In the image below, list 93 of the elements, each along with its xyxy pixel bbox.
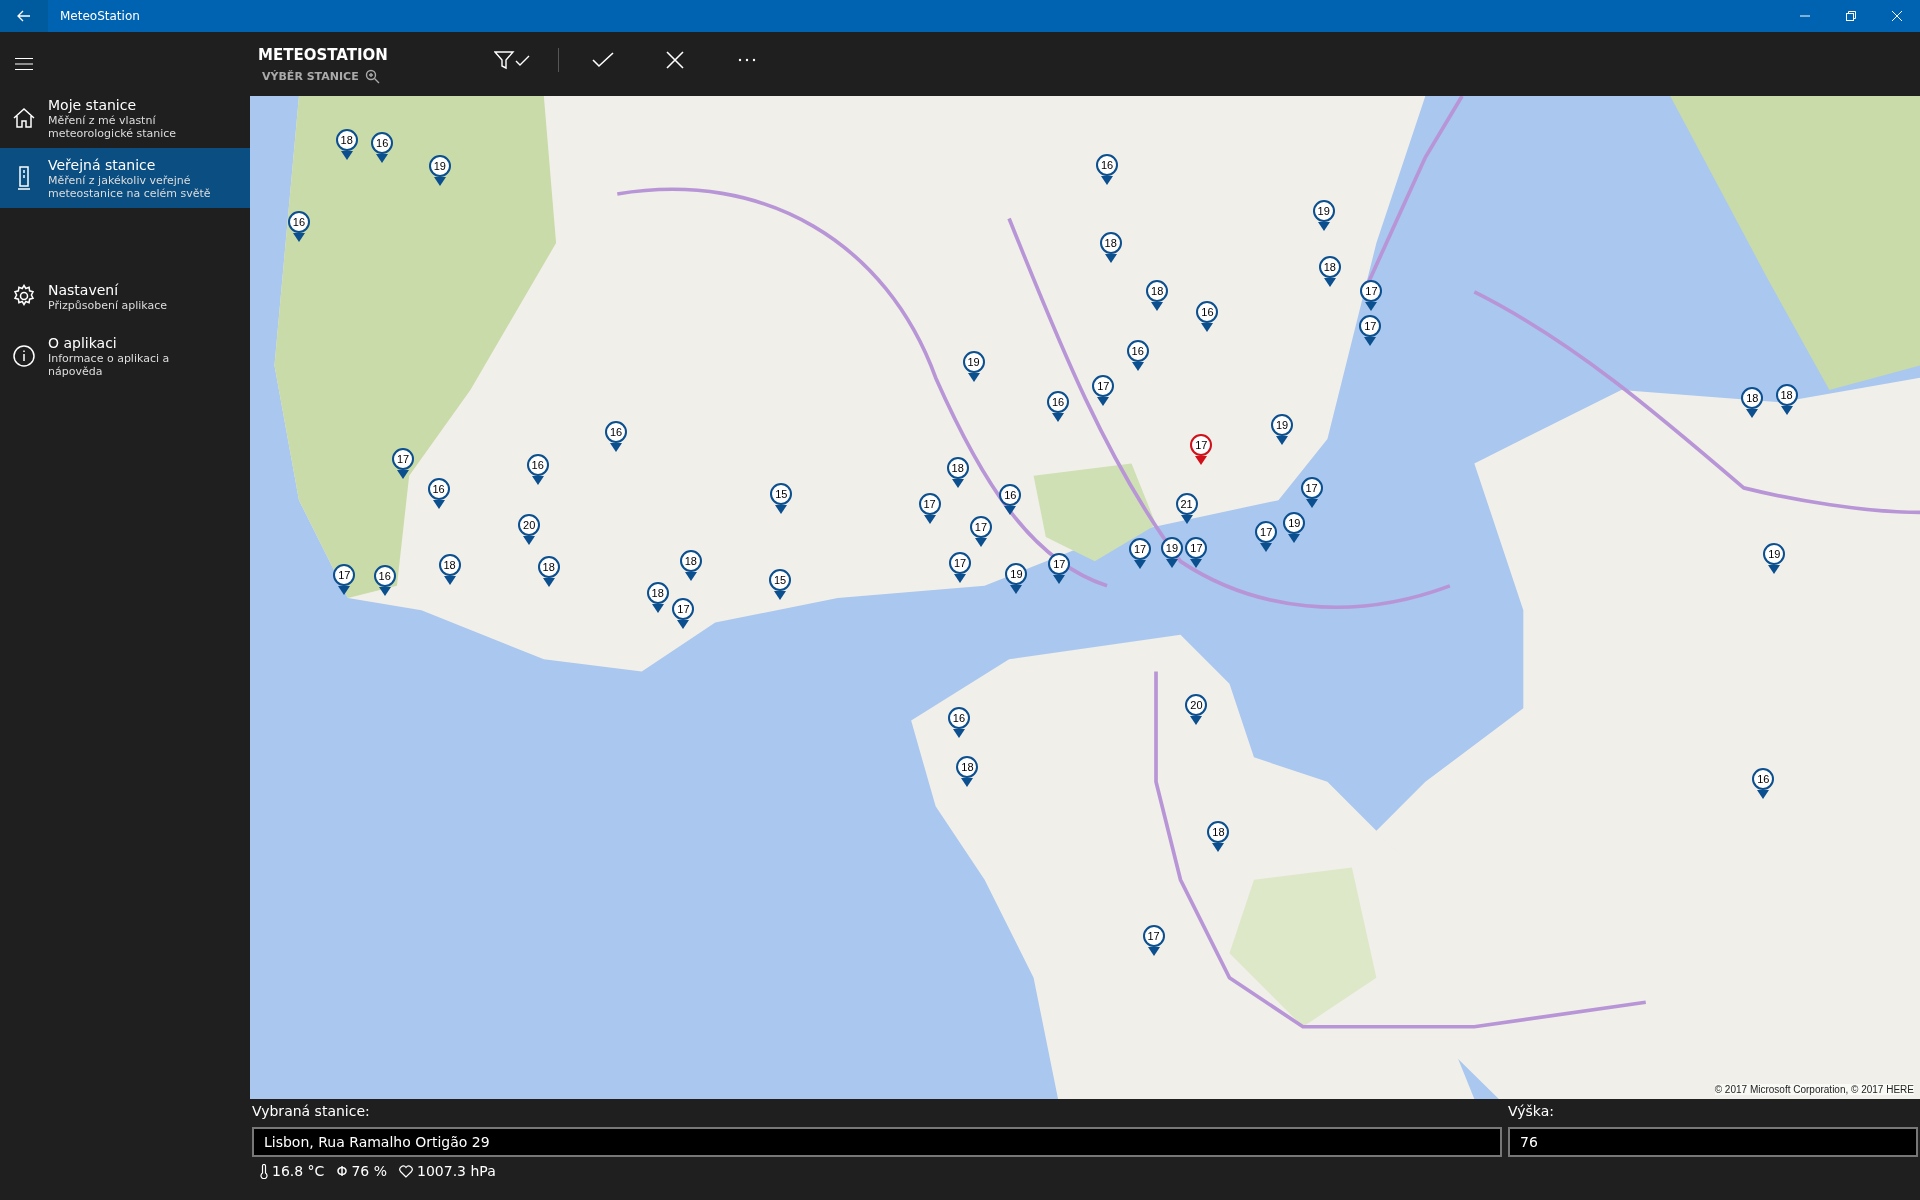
pin-pointer-icon [967,372,980,382]
home-icon [12,106,36,130]
nav-item-title: Moje stanice [48,96,138,114]
pin-pointer-icon [923,514,936,524]
pin-pointer-icon [610,442,623,452]
reading-value: 76 % [351,1163,387,1179]
pin-pointer-icon [1151,301,1164,311]
pin-pointer-icon [1052,413,1065,423]
back-button[interactable] [0,0,48,32]
nav-item[interactable]: Moje stanice Měření z mé vlastní meteorologické stanice [0,88,250,148]
pin-pointer-icon [651,604,664,614]
pin-pointer-icon [1364,337,1377,347]
reading-value: 16.8 °C [272,1163,325,1179]
pin-pointer-icon [292,233,305,243]
pin-pointer-icon [433,176,446,186]
pin-pointer-icon [1101,175,1114,185]
pin-pointer-icon [1165,558,1178,568]
pin-pointer-icon [1180,514,1193,524]
pin-pointer-icon [1288,534,1301,544]
pin-pointer-icon [954,573,967,583]
pin-pointer-icon [1201,322,1214,332]
nav-item-title: Veřejná stanice [48,156,157,174]
pin-pointer-icon [1131,361,1144,371]
pin-pointer-icon [338,585,351,595]
humidity-symbol: Φ [336,1163,348,1179]
close-icon [666,51,684,69]
window-title: MeteoStation [60,9,141,23]
pin-pointer-icon [1134,560,1147,570]
pin-pointer-icon [1305,498,1318,508]
pin-pointer-icon [523,535,536,545]
pin-pointer-icon [974,538,987,548]
nav-item-subtitle: Přizpůsobení aplikace [48,298,168,312]
map-copyright: © 2017 Microsoft Corporation, © 2017 HERE [1714,1084,1914,1095]
arrow-left-icon [16,8,32,24]
nav-item-title: O aplikaci [48,334,118,352]
pin-pointer-icon [1757,790,1770,800]
altitude-label: Výška: [1508,1103,1555,1121]
pin-pointer-icon [542,578,555,588]
nav-item-subtitle: Měření z mé vlastní meteorologické stanice [48,114,178,140]
pin-pointer-icon [397,469,410,479]
info-icon [12,344,36,368]
pin-pointer-icon [1190,715,1203,725]
pin-pointer-icon [1212,843,1225,852]
heart-icon [399,1164,413,1178]
pin-pointer-icon [1195,456,1208,465]
nav-item-title: Nastavení [48,280,120,299]
pin-pointer-icon [1004,506,1017,516]
pin-pointer-icon [952,729,965,739]
pin-pointer-icon [1190,558,1203,568]
pin-pointer-icon [340,151,353,161]
nav-item[interactable]: Nastavení Přizpůsobení aplikace [0,266,250,326]
zoom-in-icon [364,69,380,84]
pin-pointer-icon [684,572,697,582]
close-icon [1891,10,1903,22]
pin-pointer-icon [1147,947,1160,957]
pin-pointer-icon [1323,278,1336,288]
nav-item[interactable]: Veřejná stanice Měření z jakékoliv veřejné meteostanice na celém světě [0,148,250,208]
pin-pointer-icon [1780,405,1793,415]
restore-icon [1845,10,1857,22]
pin-pointer-icon [1104,253,1117,263]
pin-pointer-icon [376,153,389,163]
nav-item[interactable]: O aplikaci Informace o aplikaci a nápověda [0,326,250,386]
pin-pointer-icon [1746,409,1759,419]
pin-pointer-icon [1317,222,1330,232]
pin-pointer-icon [1365,301,1378,311]
pin-pointer-icon [1276,436,1289,446]
nav-item-subtitle: Informace o aplikaci a nápověda [48,352,171,378]
station-field[interactable]: Lisbon, Rua Ramalho Ortigão 29 [252,1127,1502,1157]
page-title: METEOSTATION [258,46,389,64]
pin-pointer-icon [443,576,456,586]
altitude-field[interactable]: 76 [1508,1127,1918,1157]
pin-pointer-icon [961,778,974,788]
pin-pointer-icon [531,475,544,485]
nav-item-subtitle: Měření z jakékoliv veřejné meteostanice na celém světě [48,174,212,200]
thermometer-icon [260,1163,268,1179]
pin-pointer-icon [1010,584,1023,594]
pin-pointer-icon [1053,574,1066,584]
settings-icon [12,284,36,308]
reading-value: 1007.3 hPa [417,1163,496,1179]
pin-pointer-icon [775,505,788,514]
pin-pointer-icon [951,479,964,489]
checkmark-icon [592,51,614,69]
pin-pointer-icon [774,590,787,600]
pin-pointer-icon [1768,565,1781,574]
pin-pointer-icon [1097,397,1110,407]
station-label: Vybraná stanice: [252,1103,371,1121]
pin-pointer-icon [432,500,445,510]
pin-pointer-icon [1260,542,1273,552]
pin-pointer-icon [378,587,391,597]
more-icon [738,58,756,62]
page-subtitle: VÝBĚR STANICE [262,70,359,83]
menu-icon [15,57,33,71]
pin-pointer-icon [677,620,690,630]
